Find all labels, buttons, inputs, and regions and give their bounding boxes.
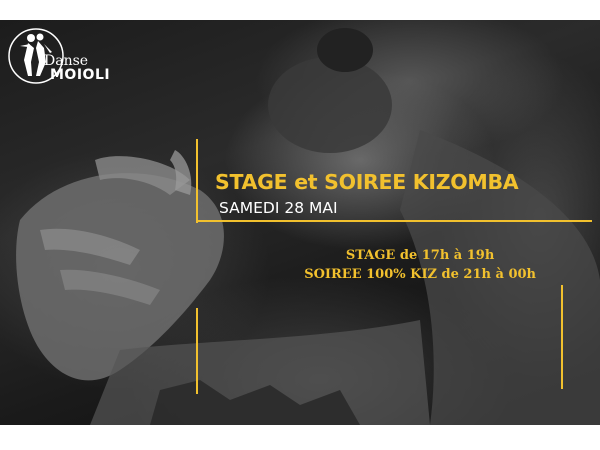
event-poster: Danse MOIOLI STAGE et SOIREE KIZOMBA SAM… — [0, 20, 600, 425]
logo-text-moioli: MOIOLI — [50, 67, 111, 83]
frame-line-horizontal — [196, 220, 592, 222]
schedule-line-stage: STAGE de 17h à 19h — [345, 248, 495, 263]
frame-line-left-top — [196, 139, 198, 223]
event-date: SAMEDI 28 MAI — [219, 199, 338, 217]
event-title: STAGE et SOIREE KIZOMBA — [215, 170, 519, 194]
frame-line-left-bottom — [196, 308, 198, 394]
brand-logo[interactable]: Danse MOIOLI — [6, 26, 126, 88]
logo-text-danse: Danse — [44, 53, 89, 69]
schedule-line-soiree: SOIREE 100% KIZ de 21h à 00h — [304, 267, 536, 282]
frame-line-right — [561, 285, 563, 389]
event-schedule: STAGE de 17h à 19h SOIREE 100% KIZ de 21… — [304, 246, 536, 284]
